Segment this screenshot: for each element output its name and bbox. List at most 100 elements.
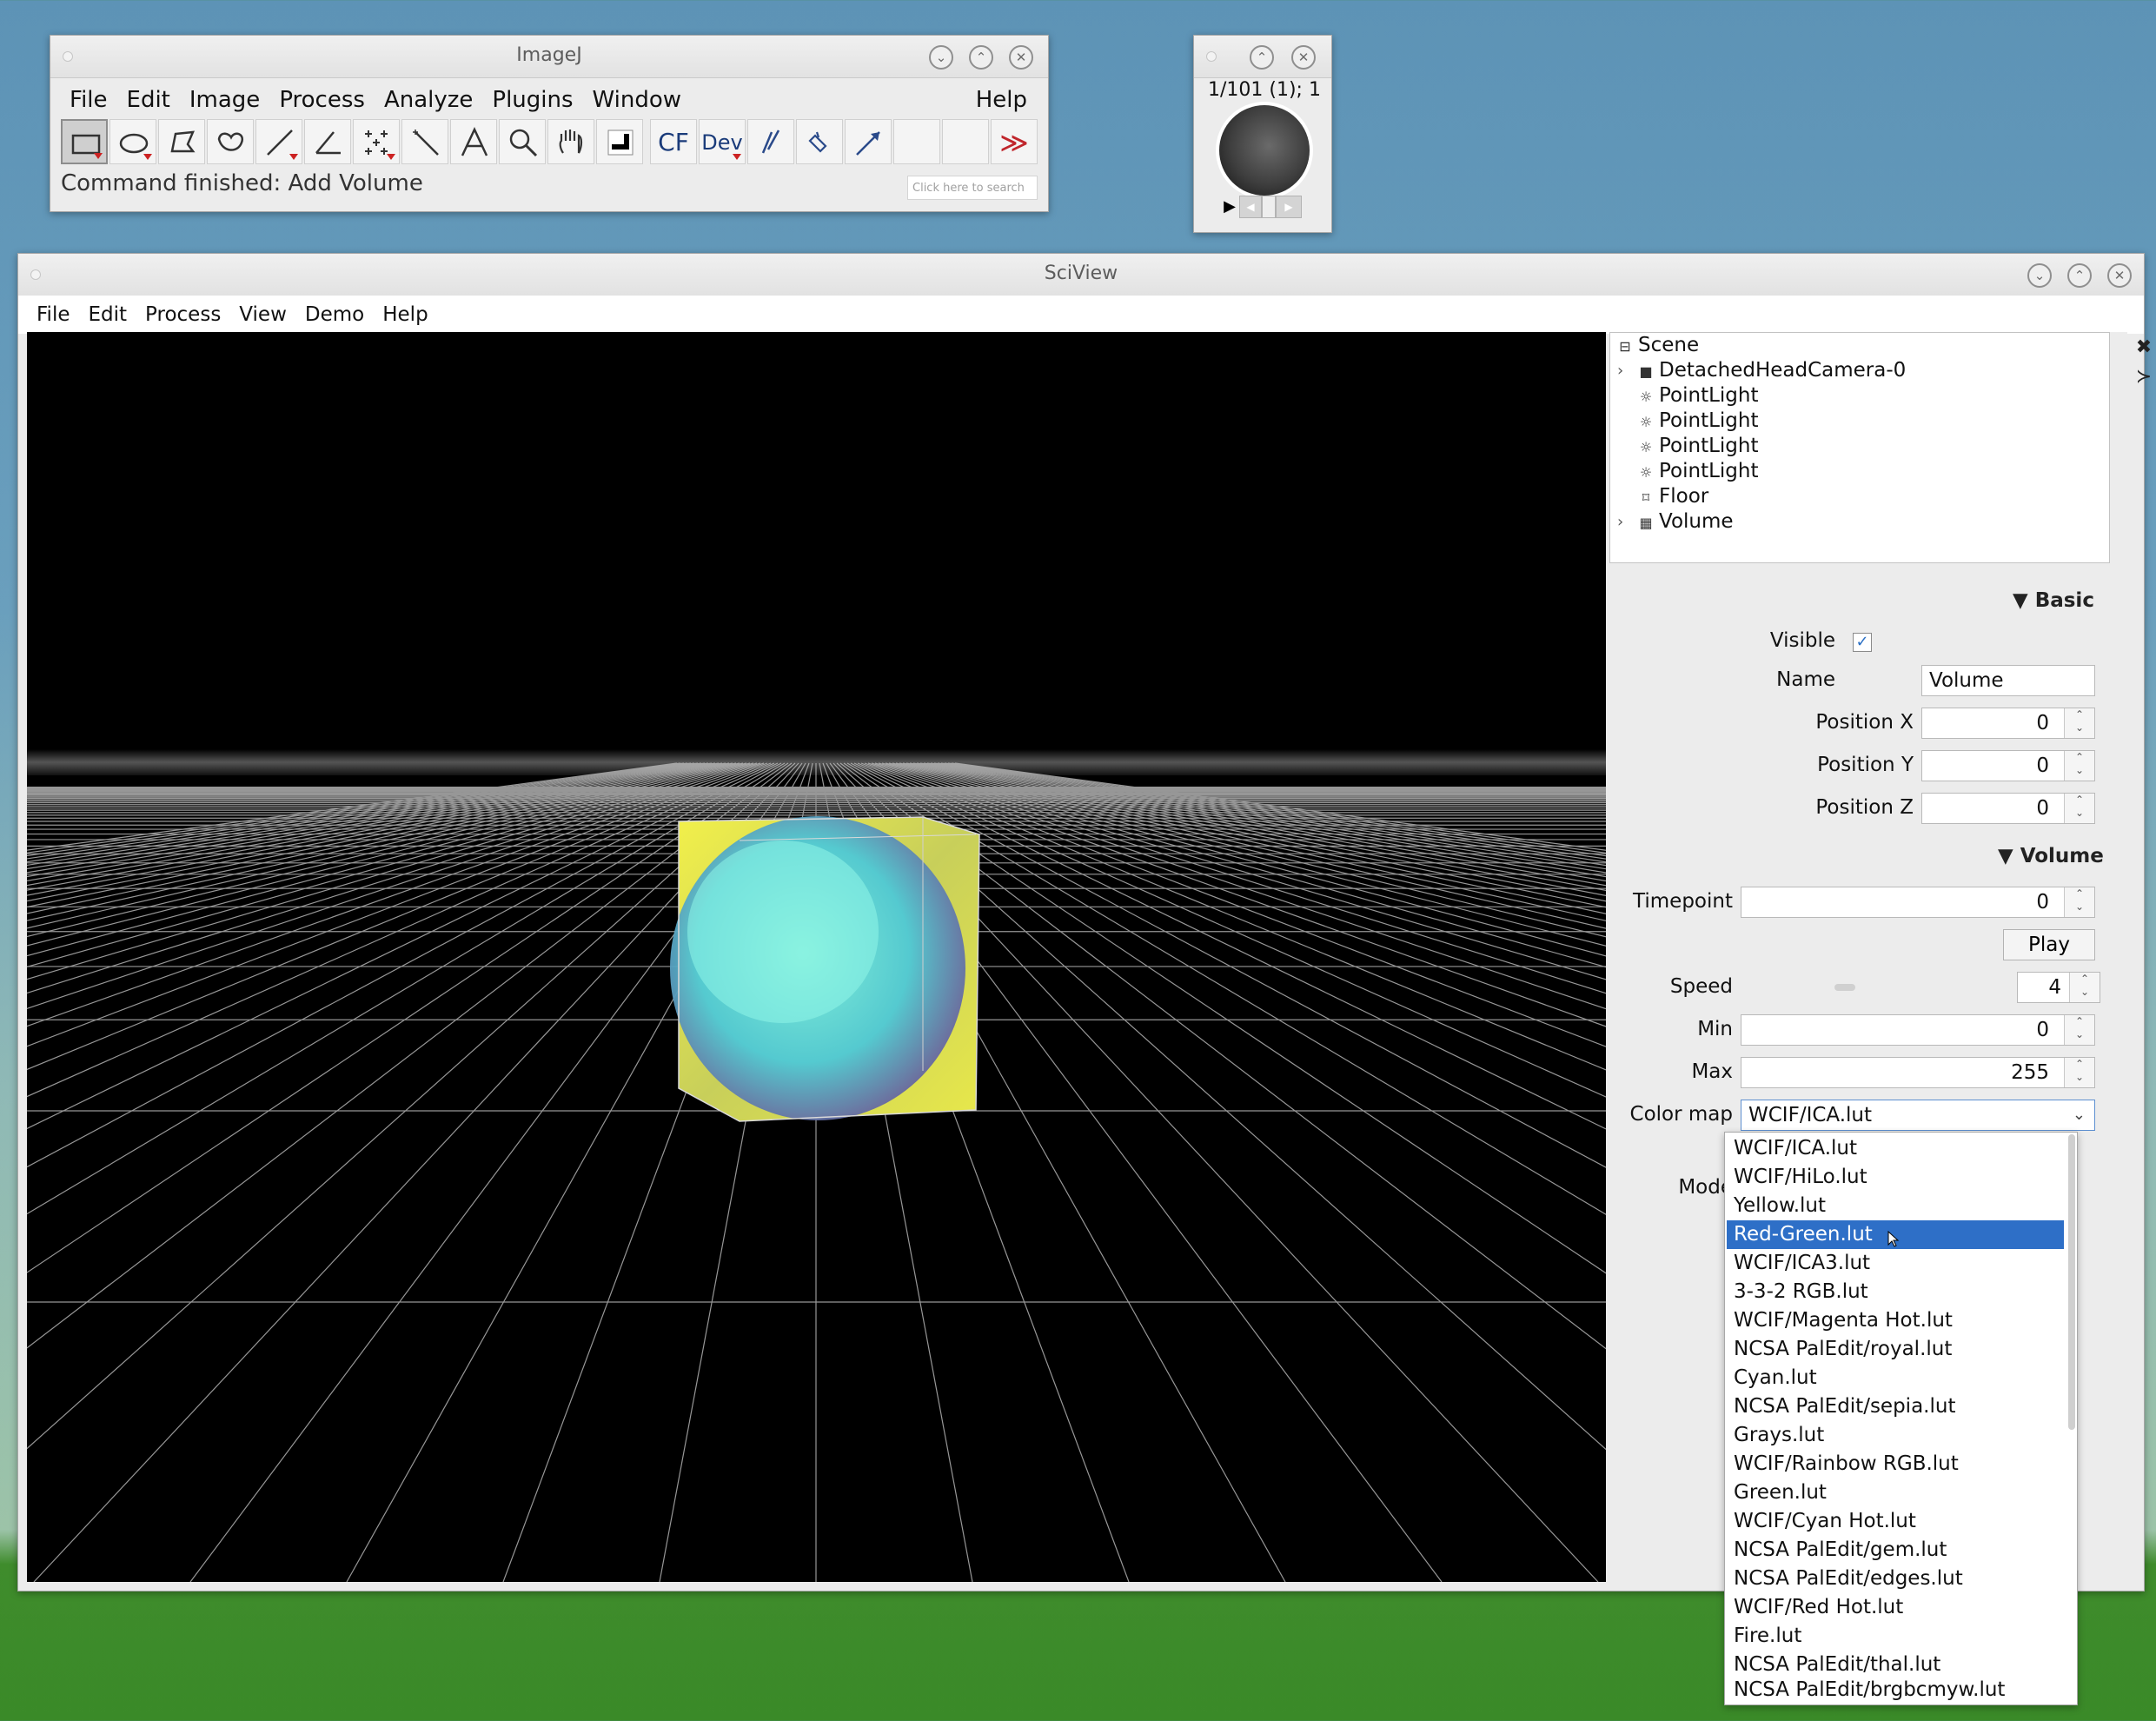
- freehand-tool[interactable]: [207, 119, 254, 164]
- menu-image[interactable]: Image: [170, 83, 260, 117]
- colormap-option[interactable]: WCIF/Cyan Hot.lut: [1727, 1507, 2064, 1536]
- menu-process[interactable]: Process: [260, 83, 365, 117]
- play-icon[interactable]: ▶: [1220, 196, 1239, 218]
- menu-process[interactable]: Process: [127, 296, 221, 334]
- tree-item-volume[interactable]: › ▦ Volume: [1617, 509, 1734, 535]
- sciview-titlebar[interactable]: SciView ⌄ ⌃ ✕: [18, 254, 2144, 296]
- colormap-option[interactable]: Yellow.lut: [1727, 1192, 2064, 1220]
- position-x-field[interactable]: 0 ⌃ ⌄: [1921, 708, 2095, 739]
- spinner-arrows-icon[interactable]: ⌃ ⌄: [2064, 1015, 2094, 1045]
- more-tools-button[interactable]: ≫: [991, 119, 1038, 164]
- colormap-option[interactable]: WCIF/ICA3.lut: [1727, 1249, 2064, 1278]
- colormap-option[interactable]: NCSA PalEdit/edges.lut: [1727, 1565, 2064, 1593]
- maximize-button[interactable]: ⌃: [2067, 263, 2092, 288]
- rectangle-tool[interactable]: [61, 119, 108, 164]
- visible-checkbox[interactable]: ✓: [1853, 633, 1872, 652]
- close-panel-icon[interactable]: ✖: [2129, 333, 2156, 362]
- max-field[interactable]: 255 ⌃ ⌄: [1741, 1057, 2095, 1088]
- maximize-button[interactable]: ⌃: [1250, 45, 1274, 70]
- spinner-arrows-icon[interactable]: ⌃ ⌄: [2064, 708, 2094, 738]
- color-picker-tool[interactable]: [596, 119, 643, 164]
- brush-tool[interactable]: [747, 119, 794, 164]
- hand-tool[interactable]: [547, 119, 594, 164]
- colormap-option[interactable]: WCIF/Rainbow RGB.lut: [1727, 1450, 2064, 1478]
- colormap-option[interactable]: 3-3-2 RGB.lut: [1727, 1278, 2064, 1306]
- speed-slider[interactable]: [1741, 972, 2001, 1003]
- volume-section-header[interactable]: ▼ Volume: [1998, 845, 2104, 867]
- menu-demo[interactable]: Demo: [287, 296, 364, 334]
- slider-thumb[interactable]: [1262, 196, 1276, 218]
- menu-help[interactable]: Help: [957, 83, 1027, 117]
- text-tool[interactable]: [450, 119, 497, 164]
- colormap-option[interactable]: NCSA PalEdit/gem.lut: [1727, 1536, 2064, 1565]
- basic-section-header[interactable]: ▼ Basic: [2013, 589, 2094, 612]
- menu-help[interactable]: Help: [364, 296, 428, 334]
- oval-tool[interactable]: [109, 119, 156, 164]
- volume-cube[interactable]: [670, 816, 980, 1122]
- tree-item-pointlight[interactable]: ☼ PointLight: [1636, 409, 1759, 434]
- menu-edit[interactable]: Edit: [108, 83, 170, 117]
- flood-fill-tool[interactable]: [796, 119, 843, 164]
- close-button[interactable]: ✕: [1291, 45, 1316, 70]
- menu-window[interactable]: Window: [574, 83, 682, 117]
- chevron-right-icon[interactable]: ›: [1617, 358, 1623, 383]
- colormap-dropdown-list[interactable]: WCIF/ICA.lut WCIF/HiLo.lut Yellow.lut Re…: [1724, 1132, 2078, 1705]
- stack-titlebar[interactable]: ⌃ ✕: [1194, 36, 1331, 78]
- window-menu-dot[interactable]: [1206, 51, 1217, 62]
- tree-item-scene[interactable]: ⊟ Scene: [1615, 333, 1699, 358]
- scroll-left-icon[interactable]: ◀: [1239, 196, 1262, 218]
- menu-plugins[interactable]: Plugins: [473, 83, 573, 117]
- image-thumbnail[interactable]: [1219, 105, 1310, 196]
- colormap-option[interactable]: WCIF/Red Hot.lut: [1727, 1593, 2064, 1622]
- dev-tool[interactable]: Dev: [699, 119, 746, 164]
- scroll-right-icon[interactable]: ▶: [1276, 196, 1302, 218]
- menu-edit[interactable]: Edit: [70, 296, 128, 334]
- wand-tool[interactable]: [401, 119, 448, 164]
- speed-field[interactable]: 4 ⌃ ⌄: [2017, 972, 2100, 1003]
- collapse-box-icon[interactable]: ⊟: [1615, 334, 1635, 359]
- position-y-field[interactable]: 0 ⌃ ⌄: [1921, 750, 2095, 781]
- menu-file[interactable]: File: [18, 296, 70, 334]
- colormap-option[interactable]: WCIF/ICA.lut: [1727, 1134, 2064, 1163]
- search-field[interactable]: Click here to search: [907, 176, 1038, 200]
- stack-slider[interactable]: ▶ ◀ ▶: [1220, 196, 1307, 218]
- tree-item-pointlight[interactable]: ☼ PointLight: [1636, 383, 1759, 409]
- polygon-tool[interactable]: [158, 119, 205, 164]
- colormap-option[interactable]: Cyan.lut: [1727, 1364, 2064, 1392]
- name-field[interactable]: Volume: [1921, 665, 2095, 696]
- colormap-option[interactable]: NCSA PalEdit/royal.lut: [1727, 1335, 2064, 1364]
- angle-tool[interactable]: [304, 119, 351, 164]
- tree-item-camera[interactable]: › ■ DetachedHeadCamera-0: [1617, 358, 1906, 383]
- menu-analyze[interactable]: Analyze: [365, 83, 473, 117]
- close-button[interactable]: ✕: [1009, 45, 1033, 70]
- colormap-option[interactable]: NCSA PalEdit/brgbcmyw.lut: [1727, 1676, 2064, 1704]
- position-z-field[interactable]: 0 ⌃ ⌄: [1921, 793, 2095, 824]
- tree-item-pointlight[interactable]: ☼ PointLight: [1636, 434, 1759, 459]
- point-tool[interactable]: [353, 119, 400, 164]
- imagej-titlebar[interactable]: ImageJ ⌄ ⌃ ✕: [50, 36, 1048, 78]
- spinner-arrows-icon[interactable]: ⌃ ⌄: [2064, 887, 2094, 917]
- zoom-tool[interactable]: [499, 119, 546, 164]
- minimize-button[interactable]: ⌄: [2027, 263, 2052, 288]
- spinner-arrows-icon[interactable]: ⌃ ⌄: [2064, 1058, 2094, 1087]
- dropdown-scrollbar[interactable]: [2068, 1134, 2075, 1430]
- colormap-option[interactable]: WCIF/HiLo.lut: [1727, 1163, 2064, 1192]
- colormap-option[interactable]: WCIF/Magenta Hot.lut: [1727, 1306, 2064, 1335]
- menu-file[interactable]: File: [50, 83, 108, 117]
- colormap-option[interactable]: NCSA PalEdit/sepia.lut: [1727, 1392, 2064, 1421]
- colormap-option[interactable]: Grays.lut: [1727, 1421, 2064, 1450]
- timepoint-field[interactable]: 0 ⌃ ⌄: [1741, 887, 2095, 918]
- 3d-viewport[interactable]: [27, 332, 1606, 1582]
- arrow-tool[interactable]: [845, 119, 892, 164]
- chevron-right-icon[interactable]: ›: [1617, 509, 1623, 535]
- line-tool[interactable]: [255, 119, 302, 164]
- empty-tool-slot-2[interactable]: [942, 119, 989, 164]
- console-icon[interactable]: ≻: [2129, 362, 2156, 392]
- spinner-arrows-icon[interactable]: ⌃ ⌄: [2064, 751, 2094, 781]
- colormap-option[interactable]: Green.lut: [1727, 1478, 2064, 1507]
- close-button[interactable]: ✕: [2107, 263, 2132, 288]
- play-button[interactable]: Play: [2003, 929, 2095, 960]
- chevron-down-icon[interactable]: ⌄: [2073, 1100, 2086, 1130]
- tree-item-pointlight[interactable]: ☼ PointLight: [1636, 459, 1759, 484]
- scene-tree[interactable]: ⊟ Scene › ■ DetachedHeadCamera-0 ☼ PointLig…: [1609, 332, 2110, 563]
